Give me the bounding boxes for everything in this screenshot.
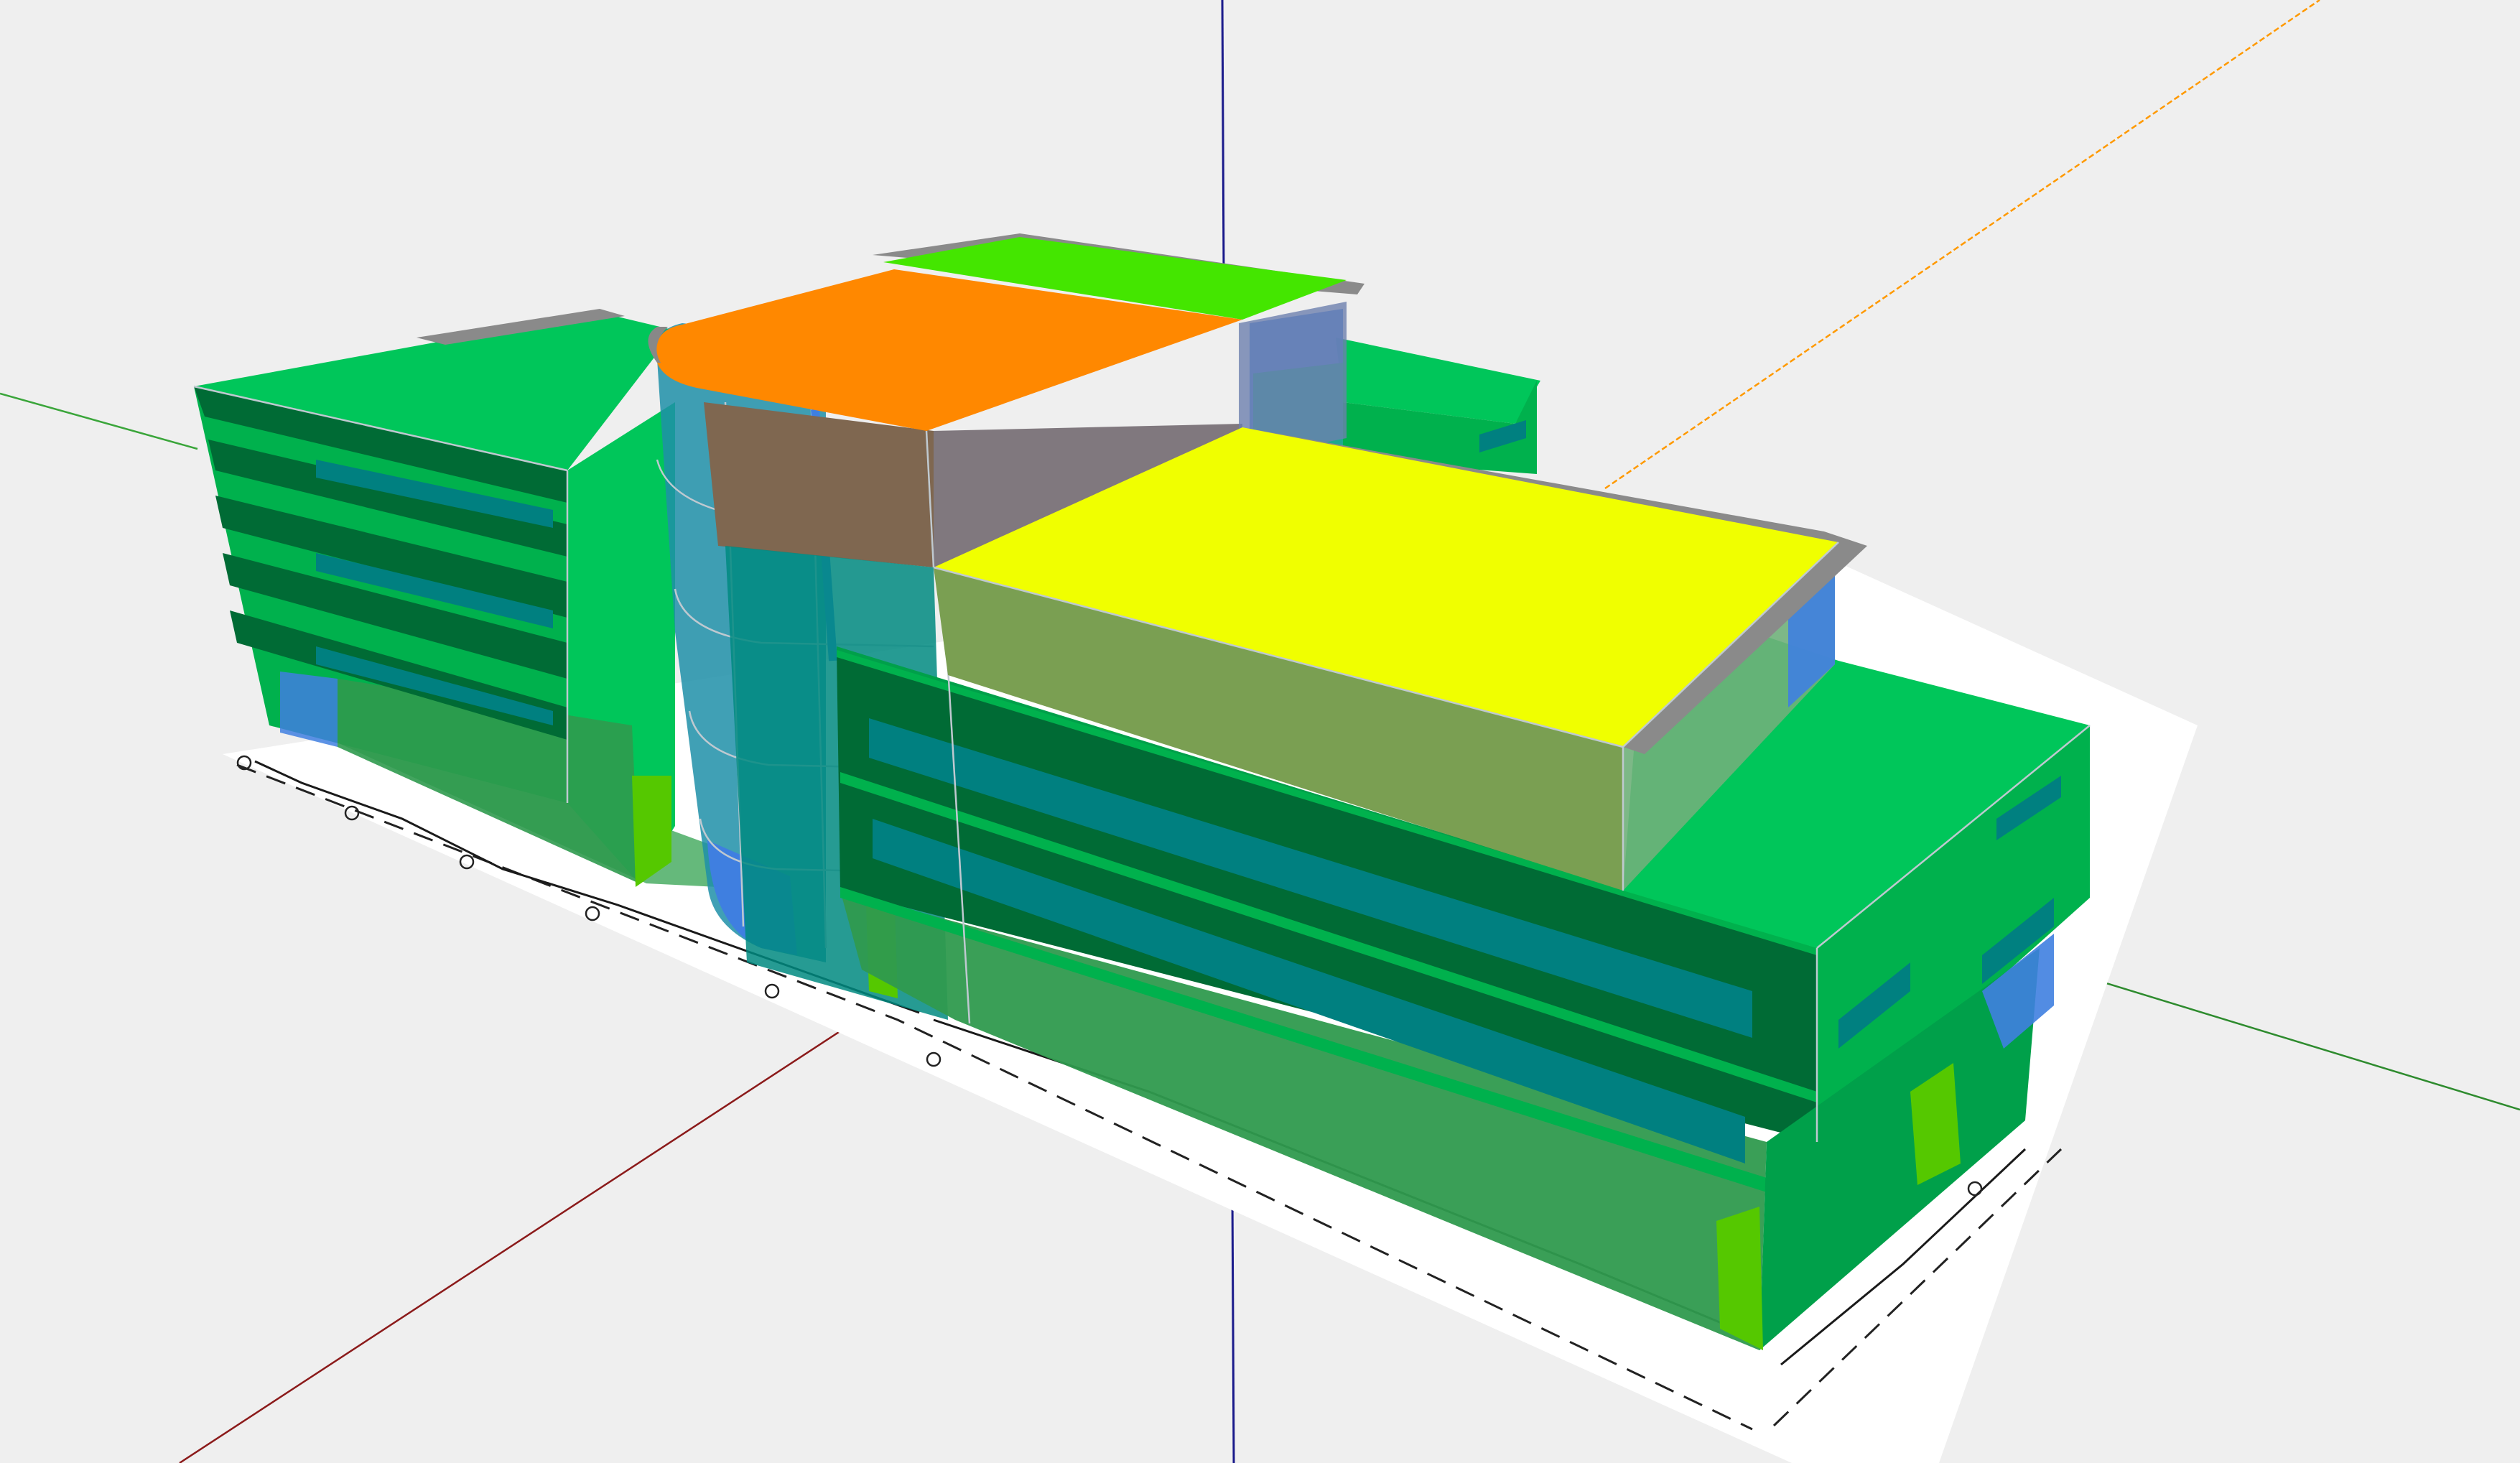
main-end-lime-column xyxy=(1716,1207,1763,1350)
z-axis-up xyxy=(1221,0,1225,274)
left-wing[interactable] xyxy=(193,309,718,887)
z-axis-down xyxy=(1231,1195,1235,1463)
building-energy-model-scene[interactable] xyxy=(0,0,2520,1463)
y-axis-right xyxy=(2089,977,2520,1111)
y-axis-left xyxy=(0,392,198,450)
x-axis-near xyxy=(179,997,891,1463)
brown-interior-zone xyxy=(704,402,934,567)
x-axis-far xyxy=(1604,0,2320,490)
3d-model-viewport[interactable] xyxy=(0,0,2520,1463)
left-wing-pilotis-blue xyxy=(280,672,338,747)
